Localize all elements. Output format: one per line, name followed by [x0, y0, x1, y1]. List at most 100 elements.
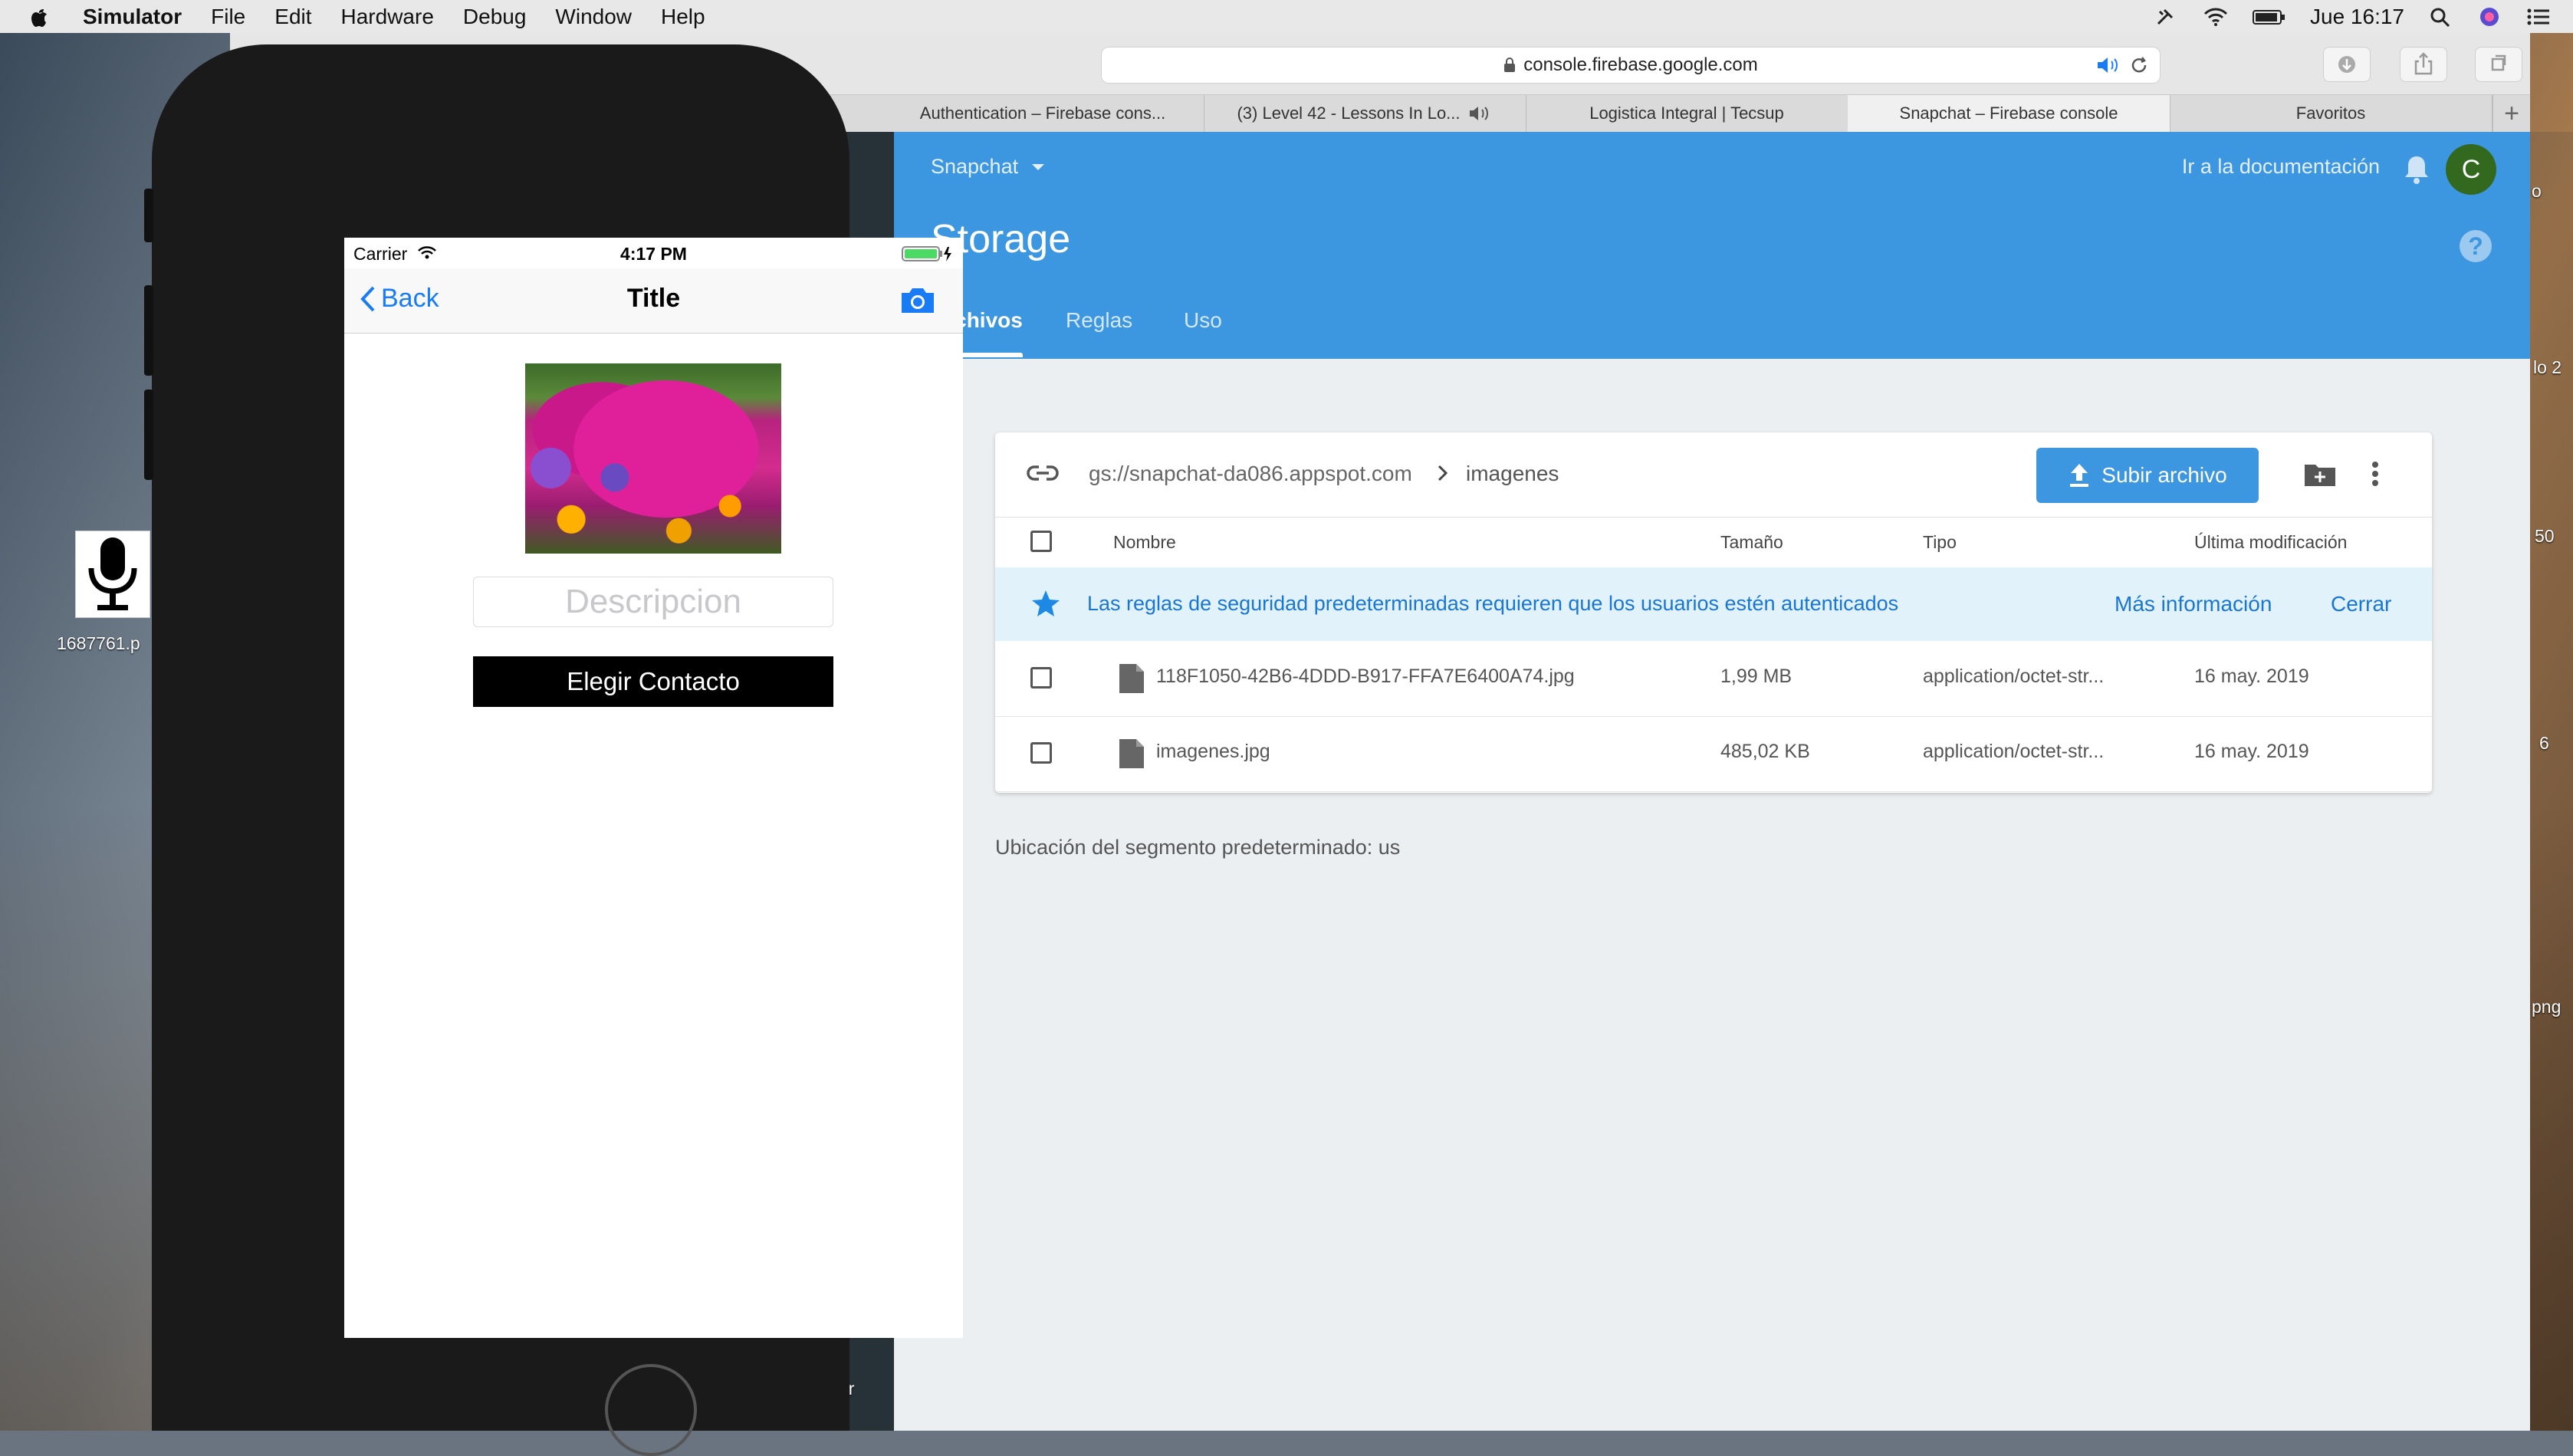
menu-app-name[interactable]: Simulator: [83, 5, 182, 29]
battery-icon: [902, 246, 951, 261]
bucket-path[interactable]: gs://snapchat-da086.appspot.com: [1089, 462, 1412, 486]
edge-text: png: [2532, 997, 2561, 1017]
column-tamano[interactable]: Tamaño: [1720, 532, 1783, 553]
row-checkbox[interactable]: [1030, 667, 1052, 689]
tab-favoritos[interactable]: Favoritos: [2170, 95, 2492, 132]
file-modified: 16 may. 2019: [2194, 666, 2309, 687]
notice-text: Las reglas de seguridad predeterminadas …: [1087, 592, 1899, 615]
file-icon: [1119, 739, 1144, 768]
menu-debug[interactable]: Debug: [463, 5, 527, 29]
notifications-bell-icon[interactable]: [2401, 152, 2432, 186]
address-bar-url: console.firebase.google.com: [1523, 54, 1758, 75]
tab-logistica[interactable]: Logistica Integral | Tecsup: [1526, 95, 1848, 132]
upload-file-button[interactable]: Subir archivo: [2036, 448, 2259, 503]
project-selector[interactable]: Snapchat: [931, 155, 1046, 179]
tab-snapchat-firebase[interactable]: Snapchat – Firebase console: [1848, 95, 2170, 132]
menu-window[interactable]: Window: [555, 5, 632, 29]
downloads-button[interactable]: [2323, 47, 2371, 82]
share-button[interactable]: [2400, 47, 2447, 82]
edge-text: o: [2532, 181, 2542, 201]
battery-icon[interactable]: [2252, 5, 2287, 28]
background-window-edge: [2530, 132, 2573, 1431]
dropdown-caret-icon: [1032, 163, 1045, 170]
file-name[interactable]: 118F1050-42B6-4DDD-B917-FFA7E6400A74.jpg: [1156, 666, 1575, 688]
wifi-icon[interactable]: [2203, 5, 2229, 28]
file-type: application/octet-str...: [1923, 741, 2105, 762]
tab-label: Snapchat – Firebase console: [1899, 104, 2118, 123]
security-rules-notice: Las reglas de seguridad predeterminadas …: [995, 567, 2432, 641]
current-folder[interactable]: imagenes: [1466, 462, 1559, 486]
user-avatar[interactable]: C: [2446, 144, 2496, 195]
table-row[interactable]: imagenes.jpg 485,02 KB application/octet…: [995, 716, 2432, 792]
menu-hardware[interactable]: Hardware: [341, 5, 434, 29]
upload-button-label: Subir archivo: [2101, 463, 2227, 487]
apple-icon[interactable]: [29, 5, 49, 28]
menu-file[interactable]: File: [211, 5, 245, 29]
siri-icon[interactable]: [2476, 5, 2502, 28]
upload-icon: [2070, 464, 2089, 487]
select-all-checkbox[interactable]: [1030, 531, 1052, 552]
chevron-right-icon: [1438, 465, 1448, 481]
new-folder-icon[interactable]: [2303, 460, 2337, 488]
table-header: Nombre Tamaño Tipo Última modificación: [995, 517, 2432, 568]
desktop-file-icon[interactable]: [75, 531, 150, 618]
choose-contact-button[interactable]: Elegir Contacto: [473, 656, 833, 707]
lock-icon: [1504, 58, 1516, 72]
speaker-icon[interactable]: [1468, 105, 1493, 122]
selected-photo[interactable]: [525, 363, 781, 554]
close-notice-button[interactable]: Cerrar: [2331, 592, 2391, 616]
project-name: Snapchat: [931, 155, 1019, 178]
share-icon: [2414, 52, 2433, 75]
tab-level-42[interactable]: (3) Level 42 - Lessons In Lo...: [1204, 95, 1526, 132]
file-name[interactable]: imagenes.jpg: [1156, 741, 1270, 763]
edge-text: 50: [2535, 526, 2555, 546]
address-bar[interactable]: console.firebase.google.com: [1101, 47, 2161, 84]
row-checkbox[interactable]: [1030, 742, 1052, 764]
file-modified: 16 may. 2019: [2194, 741, 2309, 762]
table-row[interactable]: 118F1050-42B6-4DDD-B917-FFA7E6400A74.jpg…: [995, 641, 2432, 717]
ios-status-bar: Carrier 4:17 PM: [344, 238, 963, 268]
spotlight-search-icon[interactable]: [2427, 5, 2453, 28]
tab-label: (3) Level 42 - Lessons In Lo...: [1237, 104, 1461, 123]
file-icon: [1119, 664, 1144, 693]
description-field[interactable]: Descripcion: [473, 577, 833, 627]
docs-link[interactable]: Ir a la documentación: [2182, 155, 2380, 179]
volume-down-button: [144, 389, 153, 480]
star-icon: [1032, 590, 1060, 616]
tab-label: Authentication – Firebase cons...: [919, 104, 1166, 123]
column-tipo[interactable]: Tipo: [1923, 532, 1957, 553]
edge-text: 6: [2539, 733, 2549, 753]
nav-title: Title: [626, 284, 681, 313]
show-tabs-button[interactable]: [2475, 47, 2522, 82]
mac-menubar: Simulator File Edit Hardware Debug Windo…: [0, 0, 2573, 34]
tab-authentication[interactable]: Authentication – Firebase cons...: [882, 95, 1204, 132]
notification-center-icon[interactable]: [2525, 5, 2552, 28]
more-info-link[interactable]: Más información: [2115, 592, 2272, 616]
page-header: Snapchat Ir a la documentación C Storage…: [894, 132, 2530, 359]
desktop-file-label[interactable]: 1687761.p: [57, 633, 140, 654]
tools-status-icon[interactable]: [2154, 5, 2180, 28]
help-icon[interactable]: ?: [2460, 230, 2492, 262]
new-tab-button[interactable]: +: [2492, 95, 2530, 132]
phone-screen: Carrier 4:17 PM Back Title Descripcion E…: [344, 238, 963, 1338]
file-size: 1,99 MB: [1720, 666, 1793, 687]
menu-help[interactable]: Help: [661, 5, 705, 29]
link-icon[interactable]: [1026, 463, 1060, 483]
firebase-storage-page: Snapchat Ir a la documentación C Storage…: [894, 132, 2530, 1431]
reload-icon[interactable]: [2129, 55, 2149, 75]
column-ultima-modificacion[interactable]: Última modificación: [2194, 532, 2347, 553]
microphone-icon: [88, 537, 137, 610]
more-options-icon[interactable]: [2371, 458, 2380, 489]
files-card: gs://snapchat-da086.appspot.com imagenes…: [995, 432, 2432, 793]
home-button[interactable]: [605, 1364, 697, 1456]
camera-icon[interactable]: [899, 285, 937, 316]
menu-edit[interactable]: Edit: [274, 5, 311, 29]
status-time: 4:17 PM: [620, 244, 687, 264]
tab-uso[interactable]: Uso: [1184, 308, 1222, 333]
volume-up-button: [144, 285, 153, 376]
audio-playing-icon[interactable]: [2095, 55, 2121, 75]
tab-reglas[interactable]: Reglas: [1066, 308, 1132, 333]
tab-label: Favoritos: [2295, 104, 2366, 123]
menubar-clock[interactable]: Jue 16:17: [2310, 5, 2404, 29]
column-nombre[interactable]: Nombre: [1113, 532, 1176, 553]
